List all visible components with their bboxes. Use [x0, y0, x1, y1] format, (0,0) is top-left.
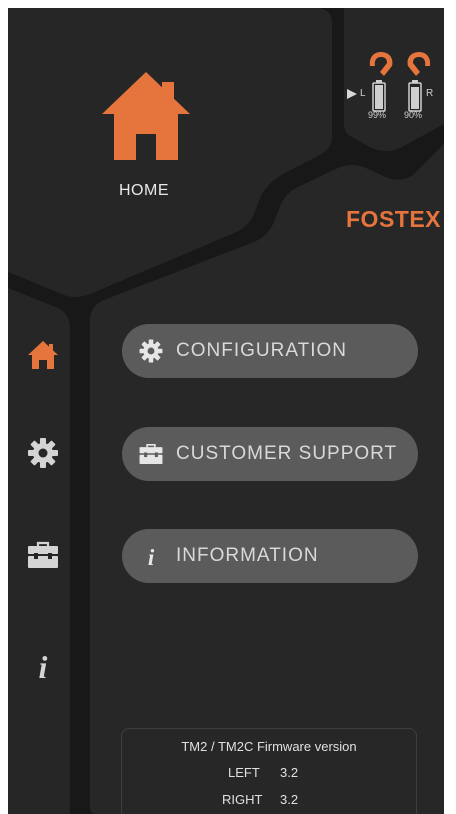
left-battery-percent: 99%	[368, 110, 387, 120]
svg-text:i: i	[39, 649, 48, 682]
right-battery-percent: 90%	[404, 110, 423, 120]
sidebar-item-home[interactable]	[26, 338, 60, 372]
left-earbud-icon	[369, 52, 393, 76]
home-large-icon	[102, 72, 190, 160]
background-panels	[8, 8, 444, 814]
firmware-left-value: 3.2	[280, 765, 299, 780]
app-screen: HOME L 99% R 90% FOSTEX i CONFIGURATION …	[8, 8, 444, 814]
information-label: INFORMATION	[176, 545, 319, 566]
play-icon	[347, 89, 357, 99]
right-label: R	[426, 88, 434, 99]
firmware-right-label: RIGHT	[222, 792, 263, 807]
firmware-title: TM2 / TM2C Firmware version	[181, 739, 357, 754]
page-title: HOME	[119, 182, 169, 199]
firmware-right-value: 3.2	[280, 792, 299, 807]
left-label: L	[360, 88, 366, 99]
sidebar-item-configuration[interactable]	[26, 436, 60, 470]
firmware-left-label: LEFT	[228, 765, 260, 780]
customer-support-button[interactable]: CUSTOMER SUPPORT	[122, 427, 418, 481]
sidebar-item-customer-support[interactable]	[26, 538, 60, 572]
svg-text:i: i	[148, 545, 155, 569]
gear-icon	[136, 336, 166, 366]
right-earbud-icon	[407, 52, 431, 76]
information-button[interactable]: i INFORMATION	[122, 529, 418, 583]
configuration-label: CONFIGURATION	[176, 340, 347, 361]
customer-support-label: CUSTOMER SUPPORT	[176, 443, 398, 464]
left-battery-icon	[372, 80, 386, 112]
sidebar-item-information[interactable]: i	[26, 648, 60, 682]
brand-logo: FOSTEX	[346, 206, 442, 232]
firmware-version-panel: TM2 / TM2C Firmware version LEFT 3.2 RIG…	[121, 728, 417, 814]
toolbox-icon	[136, 439, 166, 469]
right-battery-icon	[408, 80, 422, 112]
configuration-button[interactable]: CONFIGURATION	[122, 324, 418, 378]
info-icon: i	[136, 541, 166, 571]
